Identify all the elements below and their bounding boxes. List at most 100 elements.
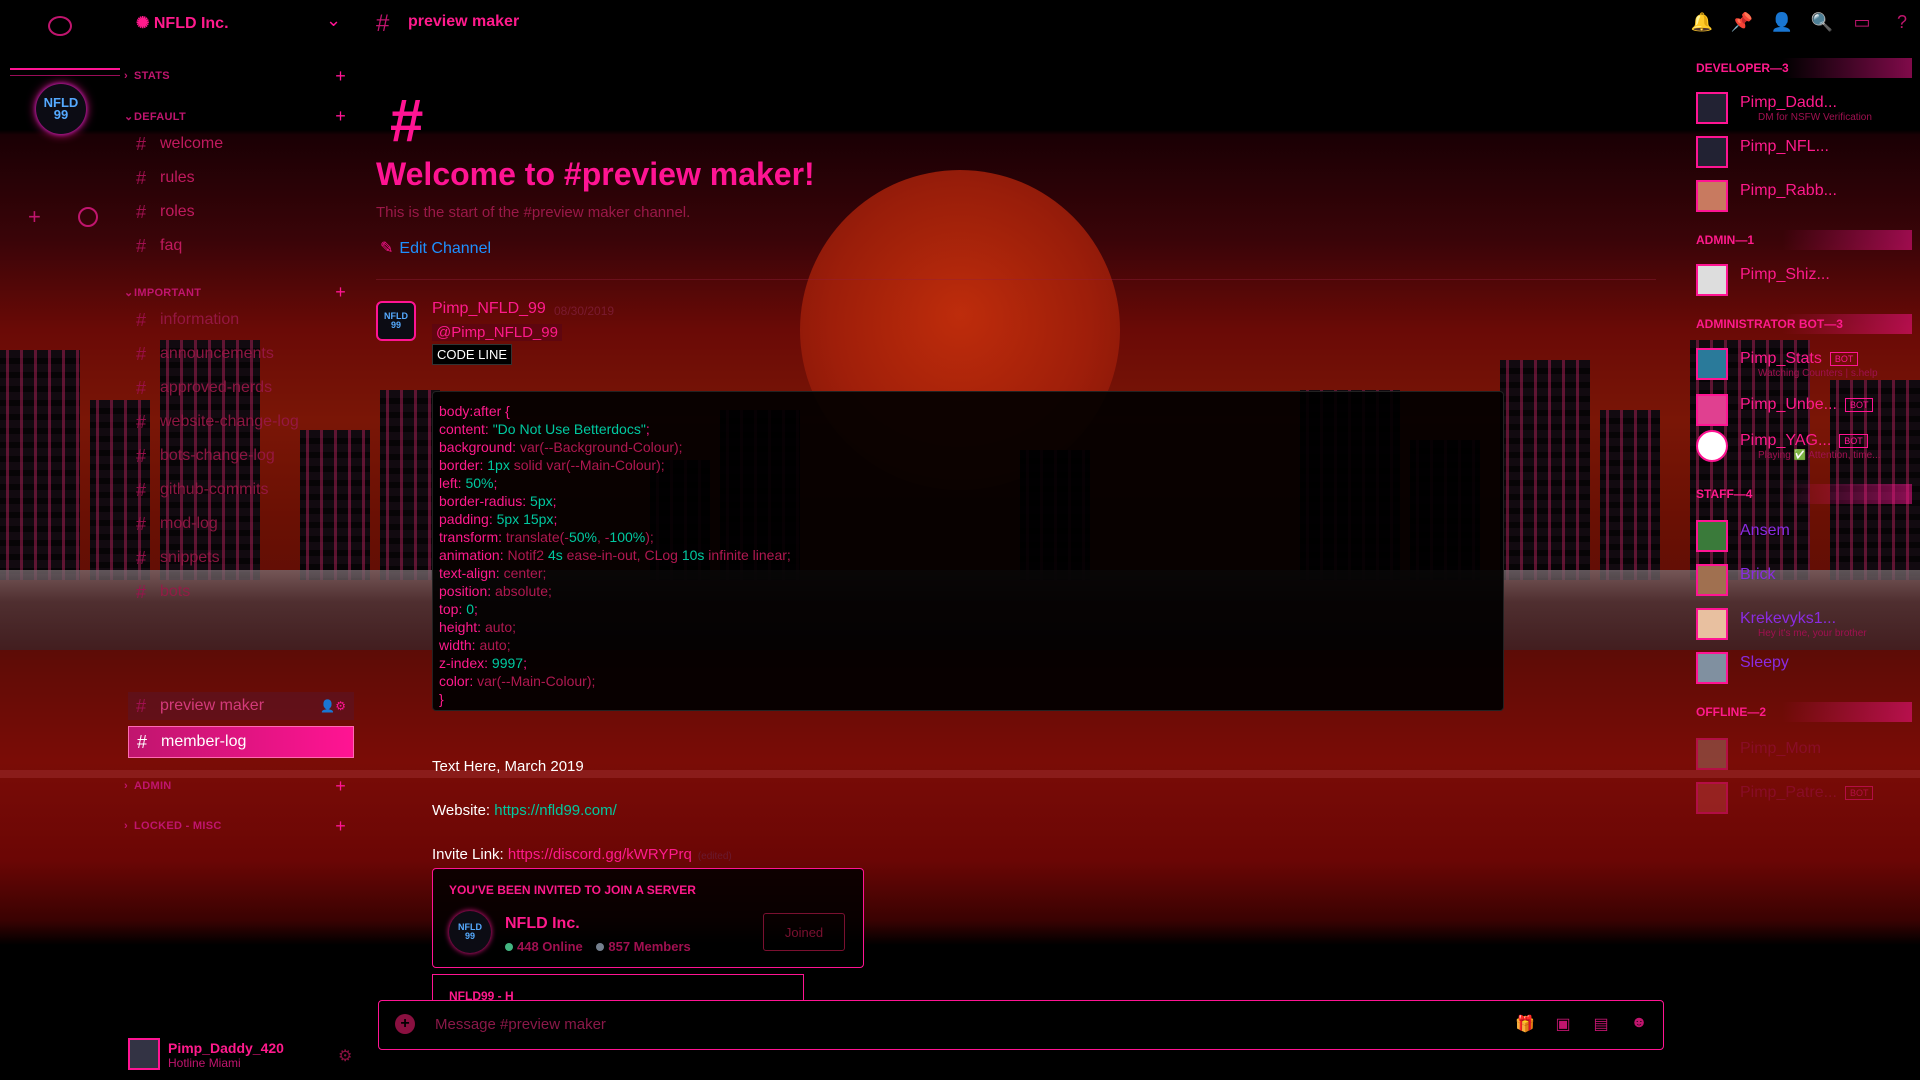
channel-mod-log[interactable]: # mod-log <box>136 510 356 538</box>
channel-roles[interactable]: # roles <box>136 198 356 226</box>
member-name: Pimp_Dadd... <box>1740 94 1837 111</box>
add-server-icon[interactable]: + <box>28 204 41 230</box>
website-link[interactable]: https://nfld99.com/ <box>494 802 617 819</box>
code-token: color: <box>439 673 478 689</box>
code-token: height: <box>439 619 485 635</box>
channel-sidebar: ✺ NFLD Inc. ⌄ › STATS + ⌄DEFAULT + # welcome… <box>120 0 360 1080</box>
category-admin[interactable]: › ADMIN + <box>124 776 354 796</box>
member-name: Pimp_YAG... BOT <box>1740 432 1868 450</box>
member-name: Brick <box>1740 566 1776 583</box>
member-item[interactable]: Pimp_Mom <box>1696 734 1912 774</box>
member-name-label: Pimp_Stats <box>1740 350 1822 367</box>
code-token: var <box>519 439 540 455</box>
channel-information[interactable]: # information <box>136 306 356 334</box>
channel-announcements[interactable]: # announcements <box>136 340 356 368</box>
avatar <box>1696 430 1728 462</box>
channel-bots[interactable]: # bots <box>136 578 356 606</box>
members-icon[interactable]: 👤 <box>1762 12 1802 36</box>
member-name: Ansem <box>1740 522 1790 539</box>
add-channel-icon[interactable]: + <box>335 816 346 837</box>
help-icon[interactable]: ? <box>1882 12 1920 36</box>
channel-faq[interactable]: # faq <box>136 232 356 260</box>
search-icon[interactable]: 🔍 <box>1802 12 1842 36</box>
gift-icon[interactable]: 🎁 <box>1513 1014 1537 1036</box>
member-item[interactable]: Pimp_Rabb... <box>1696 176 1912 216</box>
welcome-title: Welcome to #preview maker! <box>376 156 815 192</box>
member-status: DM for NSFW Verification <box>1758 112 1872 123</box>
gear-icon[interactable]: ⚙ <box>338 1046 352 1066</box>
joined-button[interactable]: Joined <box>763 913 845 951</box>
category-locked-misc[interactable]: › LOCKED - MISC + <box>124 816 354 836</box>
channel-welcome[interactable]: # welcome <box>136 130 356 158</box>
code-block: body:after {content: "Do Not Use Betterd… <box>432 391 1504 711</box>
edit-channel-button[interactable]: ✎ Edit Channel <box>380 238 491 258</box>
invite-server-name: NFLD Inc. <box>505 915 580 932</box>
direct-messages-icon[interactable] <box>48 16 72 36</box>
server-name-label: NFLD Inc. <box>153 15 229 32</box>
channel-settings-icon[interactable]: 👤⚙ <box>320 699 346 713</box>
member-item[interactable]: Sleepy <box>1696 648 1912 688</box>
category-important[interactable]: ⌄IMPORTANT + <box>124 282 354 302</box>
inbox-icon[interactable]: ▭ <box>1842 12 1882 36</box>
explore-servers-icon[interactable] <box>78 207 98 227</box>
member-item[interactable]: Pimp_Unbe... BOT <box>1696 390 1912 430</box>
member-name: Pimp_Mom <box>1740 740 1821 757</box>
discord-window: NFLD 99 + ✺ NFLD Inc. ⌄ › STATS + ⌄DEFAULT +… <box>0 0 1920 1080</box>
channel-member-log[interactable]: # member-log <box>128 726 354 758</box>
channel-snippets[interactable]: # snippets <box>136 544 356 572</box>
member-item[interactable]: Pimp_YAG... BOT Playing ✅ Attention, time.… <box>1696 426 1912 466</box>
hash-icon: # <box>136 167 147 188</box>
member-name-label: Pimp_YAG... <box>1740 432 1832 449</box>
code-token: ; <box>645 421 650 437</box>
channel-approved-nerds[interactable]: # approved-nerds <box>136 374 356 402</box>
add-channel-icon[interactable]: + <box>335 776 346 797</box>
hash-icon: # <box>136 695 147 716</box>
member-item[interactable]: Pimp_Dadd... DM for NSFW Verification <box>1696 88 1912 128</box>
chevron-down-icon[interactable]: ⌄ <box>326 10 341 31</box>
member-item[interactable]: Pimp_Shiz... <box>1696 260 1912 300</box>
code-token: transform: <box>439 529 506 545</box>
attach-icon[interactable]: + <box>395 1014 415 1034</box>
channel-github-commits[interactable]: # github-commits <box>136 476 356 504</box>
member-count: 857 Members <box>608 939 691 954</box>
user-mention[interactable]: @Pimp_NFLD_99 <box>432 324 562 341</box>
channel-label: mod-log <box>160 515 218 532</box>
code-token: 100% <box>609 529 646 545</box>
member-item[interactable]: Pimp_Patre... BOT <box>1696 778 1912 818</box>
member-item[interactable]: Pimp_Stats BOT Watching Counters | s.help <box>1696 344 1912 384</box>
bot-badge: BOT <box>1829 351 1859 366</box>
online-count: 448 Online <box>517 939 583 954</box>
avatar[interactable]: NFLD 99 <box>376 301 416 341</box>
channel-preview-maker[interactable]: # preview maker 👤⚙ <box>128 692 354 720</box>
channel-website-change-log[interactable]: # website-change-log <box>136 408 356 436</box>
member-item[interactable]: Brick <box>1696 560 1912 600</box>
add-channel-icon[interactable]: + <box>335 66 346 87</box>
code-token: 4s <box>547 547 563 563</box>
invite-link[interactable]: https://discord.gg/kWRYPrq <box>508 846 692 863</box>
member-item[interactable]: Ansem <box>1696 516 1912 556</box>
pin-icon[interactable]: 📌 <box>1722 12 1762 36</box>
avatar[interactable] <box>128 1038 160 1070</box>
channel-bots-change-log[interactable]: # bots-change-log <box>136 442 356 470</box>
category-default[interactable]: ⌄DEFAULT + <box>124 106 354 126</box>
code-line: top: 0; <box>439 600 1497 618</box>
category-stats[interactable]: › STATS + <box>124 66 354 86</box>
message-input[interactable]: Message #preview maker <box>435 1016 606 1033</box>
gif-icon[interactable]: ▣ <box>1551 1014 1575 1036</box>
message-author[interactable]: Pimp_NFLD_99 <box>432 300 546 318</box>
code-token: translate <box>505 529 560 545</box>
member-item[interactable]: Pimp_NFL... <box>1696 132 1912 172</box>
add-channel-icon[interactable]: + <box>335 106 346 127</box>
server-name[interactable]: ✺ NFLD Inc. <box>136 13 229 33</box>
guild-icon-nfld[interactable]: NFLD 99 <box>36 84 86 134</box>
code-token: content: <box>439 421 493 437</box>
emoji-icon[interactable]: ☻ <box>1627 1014 1651 1036</box>
sticker-icon[interactable]: ▤ <box>1589 1014 1613 1036</box>
channel-rules[interactable]: # rules <box>136 164 356 192</box>
channel-label: snippets <box>160 549 220 566</box>
avatar <box>1696 92 1728 124</box>
member-item[interactable]: Krekevyks1... Hey it's me, your brother <box>1696 604 1912 644</box>
bell-icon[interactable]: 🔔 <box>1682 12 1722 36</box>
member-name: Pimp_Unbe... BOT <box>1740 396 1874 414</box>
add-channel-icon[interactable]: + <box>335 282 346 303</box>
